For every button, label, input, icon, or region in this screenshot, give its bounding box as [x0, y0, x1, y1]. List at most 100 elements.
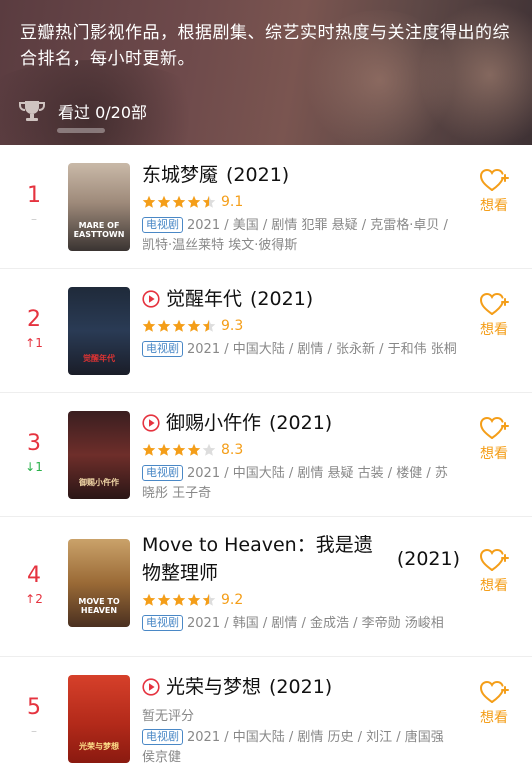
- ranking-item[interactable]: 3 ↓1 御赐小仵作 御赐小仵作 (2021) 8.3 电视剧 2021 / 中国大…: [0, 393, 532, 517]
- rank-change: –: [31, 724, 37, 738]
- rank-number: 5: [27, 695, 41, 720]
- rank: 3 ↓1: [0, 431, 68, 474]
- want-to-watch-label: 想看: [480, 578, 508, 594]
- rank-change: ↑2: [25, 592, 43, 606]
- year: (2021): [226, 164, 290, 186]
- want-to-watch-label: 想看: [480, 322, 508, 338]
- score: 8.3: [221, 442, 244, 458]
- item-meta: 电视剧 2021 / 中国大陆 / 剧情 历史 / 刘江 / 唐国强 侯京健: [142, 728, 460, 768]
- year: (2021): [396, 548, 460, 570]
- want-to-watch-button[interactable]: 想看: [476, 679, 512, 727]
- poster-image[interactable]: MARE OF EASTTOWN: [68, 163, 130, 251]
- poster-image[interactable]: MOVE TO HEAVEN: [68, 539, 130, 627]
- year: (2021): [269, 412, 333, 434]
- star-icon: [142, 593, 156, 606]
- item-title[interactable]: 东城梦魇 (2021): [142, 161, 460, 189]
- heart-plus-icon: [479, 680, 509, 703]
- item-info: 御赐小仵作 (2021) 8.3 电视剧 2021 / 中国大陆 / 剧情 悬疑 古…: [142, 409, 460, 504]
- rank-number: 3: [27, 431, 41, 456]
- star-icon: [202, 443, 216, 456]
- rating: 9.2: [142, 591, 460, 609]
- star-icon: [187, 443, 201, 456]
- star-icon: [187, 195, 201, 208]
- ranking-item[interactable]: 5 – 光荣与梦想 光荣与梦想 (2021) 暂无评分 电视剧 2021 / 中国大…: [0, 657, 532, 779]
- star-icon: [142, 195, 156, 208]
- star-icon: [142, 319, 156, 332]
- poster-title: MARE OF EASTTOWN: [73, 221, 125, 239]
- heart-plus-icon: [479, 416, 509, 439]
- play-icon: [142, 414, 160, 432]
- type-tag: 电视剧: [142, 615, 183, 631]
- star-icon: [157, 195, 171, 208]
- heart-plus-icon: [479, 292, 509, 315]
- title-text: Move to Heaven：我是遗物整理师: [142, 534, 373, 584]
- meta-text: 2021 / 中国大陆 / 剧情 历史 / 刘江 / 唐国强 侯京健: [142, 730, 444, 765]
- want-to-watch-label: 想看: [480, 710, 508, 726]
- item-title[interactable]: 光荣与梦想 (2021): [142, 673, 460, 701]
- item-meta: 电视剧 2021 / 中国大陆 / 剧情 / 张永新 / 于和伟 张桐: [142, 340, 460, 360]
- poster-title: 光荣与梦想: [79, 742, 119, 751]
- progress-bar: [57, 128, 105, 133]
- want-to-watch-label: 想看: [480, 446, 508, 462]
- type-tag: 电视剧: [142, 217, 183, 233]
- trophy-icon: [19, 101, 45, 121]
- watched-progress[interactable]: 看过 0/20部: [18, 99, 147, 123]
- ranking-item[interactable]: 4 ↑2 MOVE TO HEAVEN Move to Heaven：我是遗物整…: [0, 517, 532, 657]
- heart-plus-icon: [479, 548, 509, 571]
- type-tag: 电视剧: [142, 465, 183, 481]
- star-icon: [187, 593, 201, 606]
- rank: 2 ↑1: [0, 307, 68, 350]
- poster-title: MOVE TO HEAVEN: [78, 597, 120, 615]
- item-info: Move to Heaven：我是遗物整理师 (2021) 9.2 电视剧 2021…: [142, 531, 460, 634]
- star-rating: [142, 593, 217, 607]
- item-meta: 电视剧 2021 / 韩国 / 剧情 / 金成浩 / 李帝勋 汤峻相: [142, 614, 460, 634]
- item-title[interactable]: 御赐小仵作 (2021): [142, 409, 460, 437]
- item-title[interactable]: 觉醒年代 (2021): [142, 285, 460, 313]
- star-icon: [172, 443, 186, 456]
- star-icon: [202, 593, 216, 606]
- rank-number: 1: [27, 183, 41, 208]
- ranking-list: 1 – MARE OF EASTTOWN 东城梦魇 (2021) 9.1 电视剧 2…: [0, 145, 532, 779]
- item-title[interactable]: Move to Heaven：我是遗物整理师 (2021): [142, 531, 460, 587]
- meta-text: 2021 / 中国大陆 / 剧情 悬疑 古装 / 楼健 / 苏晓彤 王子奇: [142, 466, 448, 501]
- no-score-label: 暂无评分: [142, 708, 195, 724]
- year: (2021): [269, 676, 333, 698]
- meta-text: 2021 / 韩国 / 剧情 / 金成浩 / 李帝勋 汤峻相: [187, 616, 444, 631]
- title-text: 觉醒年代: [166, 288, 243, 310]
- star-rating: [142, 195, 217, 209]
- star-icon: [172, 319, 186, 332]
- want-to-watch-button[interactable]: 想看: [476, 547, 512, 595]
- meta-text: 2021 / 中国大陆 / 剧情 / 张永新 / 于和伟 张桐: [187, 342, 457, 357]
- poster-image[interactable]: 御赐小仵作: [68, 411, 130, 499]
- rank-change: –: [31, 212, 37, 226]
- want-to-watch-button[interactable]: 想看: [476, 415, 512, 463]
- type-tag: 电视剧: [142, 729, 183, 745]
- rating: 暂无评分: [142, 705, 460, 724]
- title-text: 御赐小仵作: [166, 412, 262, 434]
- rank: 1 –: [0, 183, 68, 226]
- ranking-item[interactable]: 2 ↑1 觉醒年代 觉醒年代 (2021) 9.3 电视剧 2021 / 中国大陆 …: [0, 269, 532, 393]
- want-to-watch-button[interactable]: 想看: [476, 291, 512, 339]
- star-icon: [172, 593, 186, 606]
- star-icon: [202, 195, 216, 208]
- want-to-watch-button[interactable]: 想看: [476, 167, 512, 215]
- item-info: 光荣与梦想 (2021) 暂无评分 电视剧 2021 / 中国大陆 / 剧情 历史 …: [142, 673, 460, 768]
- poster-image[interactable]: 觉醒年代: [68, 287, 130, 375]
- poster-image[interactable]: 光荣与梦想: [68, 675, 130, 763]
- heart-plus-icon: [479, 168, 509, 191]
- meta-text: 2021 / 美国 / 剧情 犯罪 悬疑 / 克雷格·卓贝 / 凯特·温丝莱特 …: [142, 218, 448, 253]
- star-icon: [202, 319, 216, 332]
- star-icon: [172, 195, 186, 208]
- ranking-description: 豆瓣热门影视作品，根据剧集、综艺实时热度与关注度得出的综合排名，每小时更新。: [20, 23, 510, 69]
- rank-change: ↓1: [25, 460, 43, 474]
- star-rating: [142, 319, 217, 333]
- star-icon: [142, 443, 156, 456]
- rank-change: ↑1: [25, 336, 43, 350]
- score: 9.3: [221, 318, 244, 334]
- rating: 8.3: [142, 441, 460, 459]
- ranking-item[interactable]: 1 – MARE OF EASTTOWN 东城梦魇 (2021) 9.1 电视剧 2…: [0, 145, 532, 269]
- play-icon: [142, 290, 160, 308]
- star-rating: [142, 443, 217, 457]
- rating: 9.3: [142, 317, 460, 335]
- rank-number: 4: [27, 563, 41, 588]
